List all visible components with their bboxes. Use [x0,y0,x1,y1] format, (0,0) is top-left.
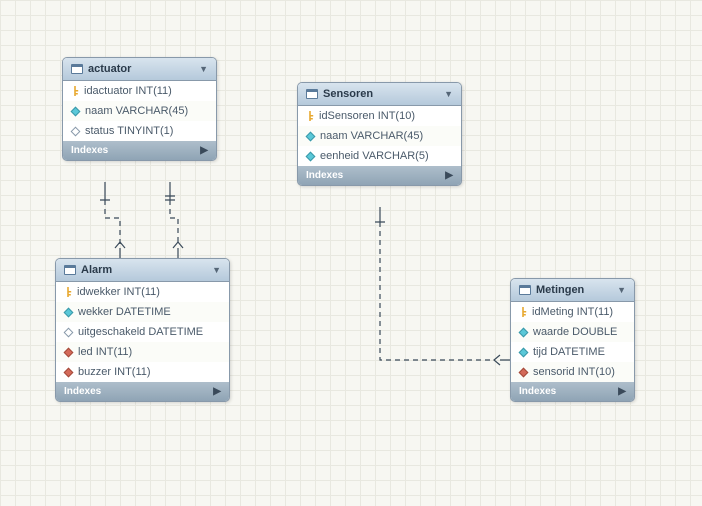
table-icon [64,265,76,275]
table-sensoren[interactable]: Sensoren ▼ idSensoren INT(10) naam VARCH… [297,82,462,186]
column-row[interactable]: tijd DATETIME [511,342,634,362]
column-row[interactable]: naam VARCHAR(45) [298,126,461,146]
column-row[interactable]: idMeting INT(11) [511,302,634,322]
column-label: buzzer INT(11) [78,366,151,378]
expand-icon: ▶ [200,145,208,156]
table-title: Metingen [536,284,612,296]
diamond-icon [306,131,316,141]
indexes-label: Indexes [64,386,101,397]
key-icon [519,307,527,317]
column-label: eenheid VARCHAR(5) [320,150,429,162]
column-label: waarde DOUBLE [533,326,617,338]
column-label: idwekker INT(11) [77,286,160,298]
diamond-icon [306,151,316,161]
table-header[interactable]: Metingen ▼ [511,279,634,302]
expand-icon: ▶ [213,386,221,397]
indexes-section[interactable]: Indexes ▶ [511,382,634,401]
table-title: Alarm [81,264,207,276]
column-row[interactable]: waarde DOUBLE [511,322,634,342]
key-icon [71,86,79,96]
table-header[interactable]: actuator ▼ [63,58,216,81]
column-row[interactable]: sensorid INT(10) [511,362,634,382]
indexes-label: Indexes [519,386,556,397]
table-icon [306,89,318,99]
column-label: tijd DATETIME [533,346,605,358]
diamond-icon [519,327,529,337]
column-label: led INT(11) [78,346,132,358]
diamond-icon [519,347,529,357]
column-label: naam VARCHAR(45) [85,105,188,117]
column-row[interactable]: buzzer INT(11) [56,362,229,382]
indexes-label: Indexes [71,145,108,156]
column-row[interactable]: led INT(11) [56,342,229,362]
column-row[interactable]: eenheid VARCHAR(5) [298,146,461,166]
indexes-section[interactable]: Indexes ▶ [56,382,229,401]
table-title: Sensoren [323,88,439,100]
collapse-icon[interactable]: ▼ [199,64,208,74]
column-row[interactable]: wekker DATETIME [56,302,229,322]
column-label: idMeting INT(11) [532,306,613,318]
diamond-icon [64,307,74,317]
table-metingen[interactable]: Metingen ▼ idMeting INT(11) waarde DOUBL… [510,278,635,402]
table-header[interactable]: Alarm ▼ [56,259,229,282]
collapse-icon[interactable]: ▼ [444,89,453,99]
table-icon [71,64,83,74]
table-alarm[interactable]: Alarm ▼ idwekker INT(11) wekker DATETIME… [55,258,230,402]
table-icon [519,285,531,295]
column-row[interactable]: idwekker INT(11) [56,282,229,302]
column-label: wekker DATETIME [78,306,171,318]
indexes-section[interactable]: Indexes ▶ [63,141,216,160]
column-label: status TINYINT(1) [85,125,173,137]
table-title: actuator [88,63,194,75]
table-header[interactable]: Sensoren ▼ [298,83,461,106]
collapse-icon[interactable]: ▼ [617,285,626,295]
indexes-section[interactable]: Indexes ▶ [298,166,461,185]
column-row[interactable]: status TINYINT(1) [63,121,216,141]
diamond-icon [71,106,81,116]
column-label: sensorid INT(10) [533,366,615,378]
column-row[interactable]: naam VARCHAR(45) [63,101,216,121]
key-icon [306,111,314,121]
key-icon [64,287,72,297]
indexes-label: Indexes [306,170,343,181]
column-row[interactable]: uitgeschakeld DATETIME [56,322,229,342]
expand-icon: ▶ [618,386,626,397]
column-row[interactable]: idSensoren INT(10) [298,106,461,126]
diamond-icon [64,367,74,377]
diamond-icon [64,327,74,337]
table-actuator[interactable]: actuator ▼ idactuator INT(11) naam VARCH… [62,57,217,161]
column-row[interactable]: idactuator INT(11) [63,81,216,101]
column-label: naam VARCHAR(45) [320,130,423,142]
column-label: idSensoren INT(10) [319,110,415,122]
column-label: idactuator INT(11) [84,85,172,97]
diamond-icon [519,367,529,377]
collapse-icon[interactable]: ▼ [212,265,221,275]
diamond-icon [71,126,81,136]
diamond-icon [64,347,74,357]
expand-icon: ▶ [445,170,453,181]
column-label: uitgeschakeld DATETIME [78,326,203,338]
